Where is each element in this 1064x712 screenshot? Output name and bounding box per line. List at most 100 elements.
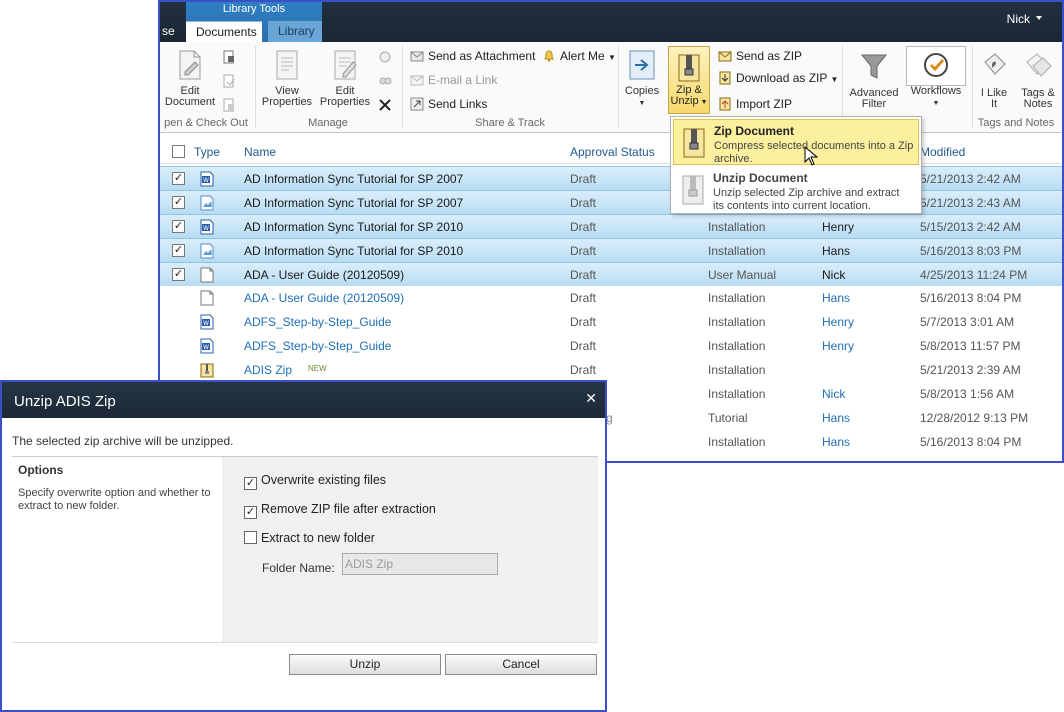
document-name-link[interactable]: AD Information Sync Tutorial for SP 2007 (244, 172, 463, 186)
email-icon (410, 75, 424, 86)
tab-browse-partial[interactable]: se (160, 21, 184, 42)
row-checkbox[interactable]: ✓ (172, 268, 185, 281)
unzip-button[interactable]: Unzip (289, 654, 441, 675)
user-link[interactable]: Nick (822, 268, 845, 282)
extract-new-folder-checkbox[interactable] (244, 531, 257, 544)
overwrite-checkbox[interactable]: ✓ (244, 477, 257, 490)
user-link[interactable]: Henry (822, 220, 854, 234)
i-like-it-button[interactable]: I Like It (974, 50, 1014, 110)
options-controls-panel: ✓ Overwrite existing files ✓ Remove ZIP fi… (222, 457, 598, 643)
alert-me-button[interactable]: Alert Me ▼ (542, 48, 616, 66)
email-link-button[interactable]: E-mail a Link (410, 72, 497, 88)
view-properties-button[interactable]: View Properties (258, 48, 316, 108)
tab-documents[interactable]: Documents (186, 21, 262, 42)
category-cell: Installation (708, 244, 766, 258)
delete-icon[interactable] (378, 98, 392, 112)
row-checkbox[interactable] (172, 291, 185, 304)
options-section: Options Specify overwrite option and whe… (12, 456, 598, 643)
user-link[interactable]: Henry (822, 315, 854, 329)
user-link[interactable]: Hans (822, 291, 850, 305)
extract-new-folder-option[interactable]: Extract to new folder (244, 531, 375, 545)
download-as-zip-button[interactable]: Download as ZIP ▼ (718, 70, 838, 88)
document-name-link[interactable]: AD Information Sync Tutorial for SP 2010 (244, 244, 463, 258)
table-row[interactable]: ✓ AD Information Sync Tutorial for SP 200… (160, 190, 1062, 214)
row-checkbox[interactable]: ✓ (172, 244, 185, 257)
close-icon[interactable]: ✕ (585, 390, 597, 407)
zip-icon (678, 54, 700, 82)
chevron-down-icon: ▼ (932, 100, 940, 107)
tab-library[interactable]: Library (268, 21, 322, 42)
version-history-icon[interactable] (378, 50, 392, 64)
like-tag-icon (984, 53, 1006, 75)
row-checkbox[interactable] (172, 339, 185, 352)
zip-unzip-button[interactable]: Zip & Unzip ▼ (668, 46, 710, 114)
unzip-dialog: Unzip ADIS Zip ✕ The selected zip archiv… (0, 380, 607, 712)
modified-date: 5/8/2013 1:56 AM (920, 387, 1015, 401)
send-as-attachment-button[interactable]: Send as Attachment (410, 48, 535, 64)
copies-button[interactable]: Copies ▼ (622, 48, 662, 109)
table-row[interactable]: ✓ W AD Information Sync Tutorial for SP 20… (160, 166, 1062, 190)
send-links-button[interactable]: Send Links (410, 96, 487, 112)
email-link-label: E-mail a Link (428, 73, 498, 87)
table-row[interactable]: ✓ AD Information Sync Tutorial for SP 201… (160, 238, 1062, 262)
table-row[interactable]: ✓ ADA - User Guide (20120509) Draft User Ma… (160, 262, 1062, 286)
column-header-name[interactable]: Name (244, 145, 276, 159)
user-link[interactable]: Hans (822, 244, 850, 258)
document-name-link[interactable]: ADA - User Guide (20120509) (244, 268, 404, 282)
advanced-filter-button[interactable]: Advanced Filter (844, 50, 904, 110)
row-checkbox[interactable]: ✓ (172, 220, 185, 233)
image-file-icon (200, 195, 214, 211)
send-as-attachment-label: Send as Attachment (428, 49, 536, 63)
workflows-button[interactable] (906, 46, 966, 86)
user-link[interactable]: Henry (822, 339, 854, 353)
context-group-label: Library Tools (222, 3, 286, 15)
import-zip-button[interactable]: Import ZIP (718, 96, 792, 112)
row-checkbox[interactable] (172, 315, 185, 328)
remove-zip-checkbox[interactable]: ✓ (244, 506, 257, 519)
column-header-type[interactable]: Type (194, 145, 220, 159)
select-all-checkbox[interactable] (172, 145, 185, 158)
document-permissions-icon[interactable] (378, 74, 392, 88)
cancel-button[interactable]: Cancel (445, 654, 597, 675)
user-link[interactable]: Hans (822, 411, 850, 425)
edit-document-button[interactable]: Edit Document (162, 48, 218, 108)
edit-document-icon (179, 50, 201, 80)
check-in-icon[interactable] (222, 74, 236, 88)
table-row[interactable]: ADA - User Guide (20120509) Draft Installa… (160, 286, 1062, 310)
table-row[interactable]: ✓ W AD Information Sync Tutorial for SP 20… (160, 214, 1062, 238)
send-as-zip-label: Send as ZIP (736, 49, 803, 63)
check-out-icon[interactable] (222, 50, 236, 64)
user-menu[interactable]: Nick (1007, 12, 1042, 26)
row-checkbox[interactable]: ✓ (172, 196, 185, 209)
dialog-message: The selected zip archive will be unzippe… (12, 434, 234, 448)
column-header-approval[interactable]: Approval Status (570, 145, 655, 159)
word-file-icon: W (200, 338, 214, 354)
document-name-link[interactable]: ADFS_Step-by-Step_Guide (244, 339, 391, 353)
tags-notes-button[interactable]: Tags & Notes (1016, 50, 1060, 110)
table-row[interactable]: ADIS Zip NEW Draft Installation 5/21/2013 2:… (160, 358, 1062, 382)
approval-status: Draft (570, 196, 597, 210)
remove-zip-option[interactable]: ✓ Remove ZIP file after extraction (244, 502, 436, 519)
edit-properties-button[interactable]: Edit Properties (316, 48, 374, 108)
document-name-link[interactable]: AD Information Sync Tutorial for SP 2007 (244, 196, 463, 210)
send-as-zip-button[interactable]: Send as ZIP (718, 48, 802, 64)
user-link[interactable]: Hans (822, 435, 850, 449)
unzip-document-menu-item[interactable]: Unzip Document Unzip selected Zip archiv… (673, 167, 919, 213)
row-checkbox[interactable] (172, 363, 185, 376)
document-name-link[interactable]: ADA - User Guide (20120509) (244, 291, 404, 305)
user-link[interactable]: Nick (822, 387, 845, 401)
table-row[interactable]: W ADFS_Step-by-Step_Guide Draft Installatio… (160, 310, 1062, 334)
folder-name-input[interactable]: ADIS Zip (342, 553, 498, 575)
approval-status: Draft (570, 220, 597, 234)
group-separator (972, 46, 973, 128)
document-name-link[interactable]: ADIS Zip (244, 363, 292, 377)
blank-file-icon (200, 290, 214, 306)
document-name-link[interactable]: ADFS_Step-by-Step_Guide (244, 315, 391, 329)
zip-document-menu-item[interactable]: Zip Document Compress selected documents… (673, 119, 919, 166)
document-name-link[interactable]: AD Information Sync Tutorial for SP 2010 (244, 220, 463, 234)
discard-checkout-icon[interactable] (222, 98, 236, 112)
table-row[interactable]: W ADFS_Step-by-Step_Guide Draft Installatio… (160, 334, 1062, 358)
overwrite-option[interactable]: ✓ Overwrite existing files (244, 473, 386, 490)
column-header-modified[interactable]: Modified (920, 145, 965, 159)
row-checkbox[interactable]: ✓ (172, 172, 185, 185)
